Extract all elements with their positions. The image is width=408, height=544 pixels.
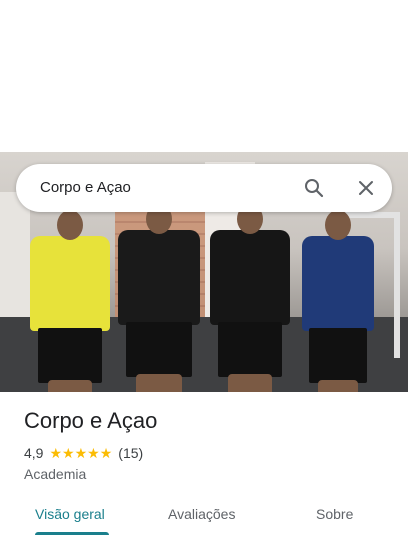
active-tab-indicator: [35, 532, 109, 535]
tab-overview[interactable]: Visão geral: [35, 506, 105, 522]
photo-person: [118, 204, 200, 392]
close-icon[interactable]: [354, 176, 378, 200]
rating-row[interactable]: 4,9 ★ ★ ★ ★ ★ (15): [24, 444, 143, 462]
photo-person: [210, 204, 290, 392]
rating-value: 4,9: [24, 445, 44, 461]
star-icon: ★: [49, 445, 63, 461]
photo-person: [30, 210, 110, 392]
star-rating: ★ ★ ★ ★ ★: [49, 446, 112, 460]
search-bar[interactable]: Corpo e Açao: [16, 164, 392, 212]
star-icon: ★: [87, 445, 100, 461]
star-icon: ★: [62, 445, 75, 461]
tab-about[interactable]: Sobre: [316, 506, 353, 522]
place-category: Academia: [24, 466, 87, 482]
top-blank-area: [0, 0, 408, 152]
tab-reviews[interactable]: Avaliações: [168, 506, 235, 522]
place-title: Corpo e Açao: [24, 408, 158, 433]
star-icon: ★: [74, 445, 88, 461]
photo-person: [302, 210, 374, 392]
search-input[interactable]: Corpo e Açao: [40, 164, 131, 212]
search-icon[interactable]: [302, 176, 326, 200]
review-count[interactable]: (15): [118, 445, 143, 461]
star-icon: ★: [99, 445, 113, 461]
tab-bar: Visão geral Avaliações Sobre: [0, 496, 408, 536]
